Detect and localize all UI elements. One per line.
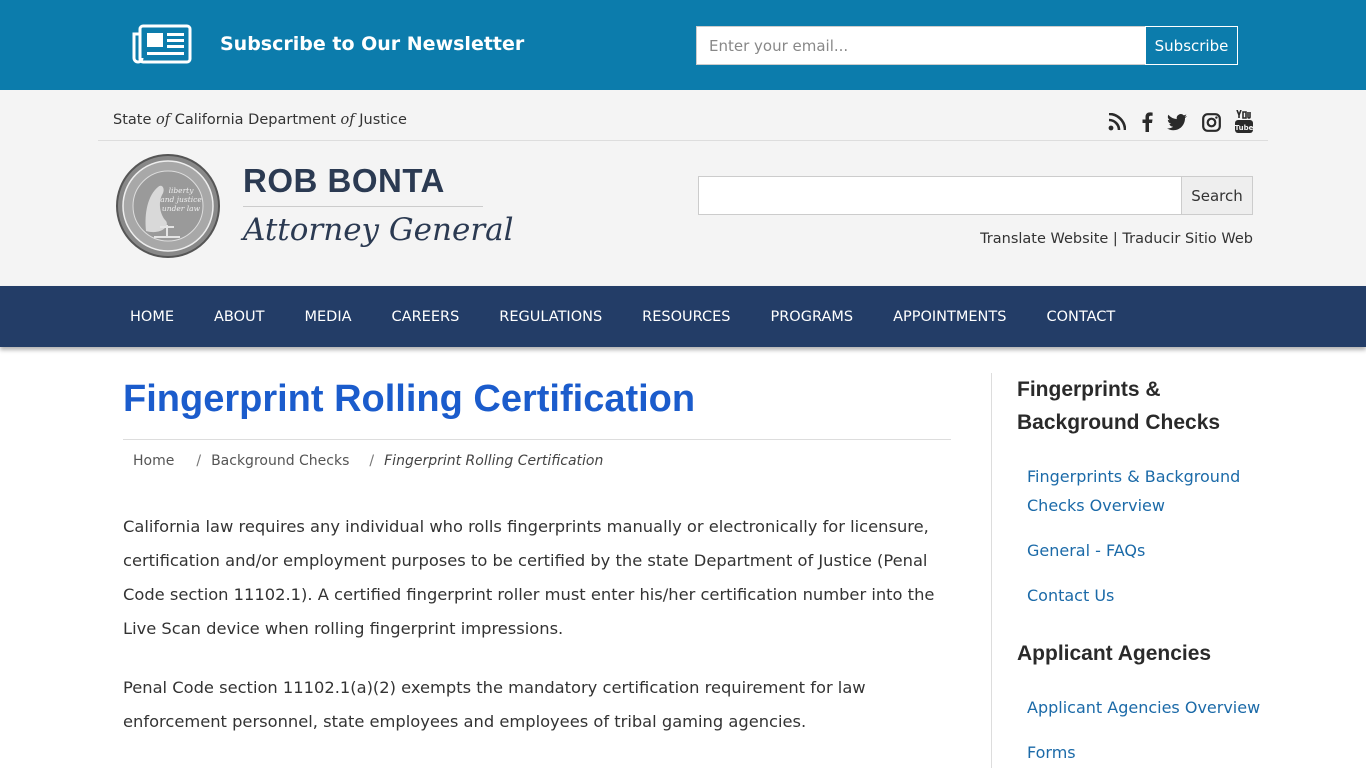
translate-website-link[interactable]: Translate Website [980, 231, 1108, 247]
rss-icon[interactable] [1106, 110, 1128, 134]
newsletter-title: Subscribe to Our Newsletter [220, 33, 525, 55]
svg-text:under law: under law [162, 204, 201, 213]
breadcrumb-separator: / [196, 453, 202, 469]
translate-separator: | [1108, 231, 1123, 247]
main-nav: HOME ABOUT MEDIA CAREERS REGULATIONS RES… [0, 286, 1366, 347]
instagram-icon[interactable] [1200, 110, 1222, 134]
nav-about[interactable]: ABOUT [194, 286, 285, 347]
newsletter-bar: Subscribe to Our Newsletter Subscribe [0, 0, 1366, 90]
subscribe-button[interactable]: Subscribe [1145, 26, 1238, 65]
svg-text:and justice: and justice [160, 195, 202, 204]
twitter-icon[interactable] [1166, 110, 1188, 134]
newspaper-icon [132, 24, 192, 64]
translate-links: Translate Website | Traducir Sitio Web [980, 231, 1253, 247]
breadcrumb-current: Fingerprint Rolling Certification [384, 453, 604, 469]
svg-text:Tube: Tube [1235, 124, 1254, 132]
title-divider [123, 439, 951, 440]
nav-regulations[interactable]: REGULATIONS [479, 286, 622, 347]
nav-programs[interactable]: PROGRAMS [750, 286, 873, 347]
nav-contact[interactable]: CONTACT [1026, 286, 1135, 347]
newsletter-email-input[interactable] [696, 26, 1146, 65]
nav-home[interactable]: HOME [110, 286, 194, 347]
state-department-line: State of California Department of Justic… [113, 112, 407, 128]
nav-resources[interactable]: RESOURCES [622, 286, 750, 347]
sidebar-link-contact-us[interactable]: Contact Us [1027, 581, 1267, 610]
attorney-general-seal[interactable]: liberty and justice under law [114, 153, 222, 259]
brand-divider [243, 206, 483, 207]
sidebar-link-general-faqs[interactable]: General - FAQs [1027, 536, 1267, 565]
sidebar-link-applicant-agencies-overview[interactable]: Applicant Agencies Overview [1027, 693, 1287, 722]
page-title: Fingerprint Rolling Certification [123, 378, 696, 420]
search-button[interactable]: Search [1181, 176, 1253, 215]
svg-text:liberty: liberty [169, 186, 195, 195]
breadcrumb-separator: / [369, 453, 375, 469]
nav-appointments[interactable]: APPOINTMENTS [873, 286, 1026, 347]
facebook-icon[interactable] [1138, 110, 1156, 134]
sidebar-divider [991, 373, 992, 768]
traducir-sitio-web-link[interactable]: Traducir Sitio Web [1122, 231, 1253, 247]
sidebar-heading-applicant-agencies: Applicant Agencies [1017, 642, 1212, 665]
site-search-input[interactable] [698, 176, 1182, 215]
breadcrumb: Home / Background Checks / Fingerprint R… [133, 453, 603, 469]
header-divider [98, 140, 1268, 141]
youtube-icon[interactable]: Tube [1233, 110, 1255, 134]
brand-name[interactable]: ROB BONTA [243, 162, 445, 200]
nav-media[interactable]: MEDIA [285, 286, 372, 347]
body-paragraph: California law requires any individual w… [123, 517, 935, 638]
breadcrumb-home[interactable]: Home [133, 453, 174, 469]
sidebar-heading-fingerprints: Fingerprints & Background Checks [1017, 378, 1221, 434]
nav-careers[interactable]: CAREERS [372, 286, 480, 347]
body-paragraph: Penal Code section 11102.1(a)(2) exempts… [123, 678, 866, 731]
sidebar-link-fingerprints-overview[interactable]: Fingerprints & Background Checks Overvie… [1027, 462, 1267, 520]
brand-subtitle[interactable]: Attorney General [243, 212, 514, 248]
site-header: State of California Department of Justic… [0, 90, 1366, 286]
breadcrumb-background-checks[interactable]: Background Checks [211, 453, 349, 469]
sidebar-link-forms[interactable]: Forms [1027, 738, 1267, 767]
